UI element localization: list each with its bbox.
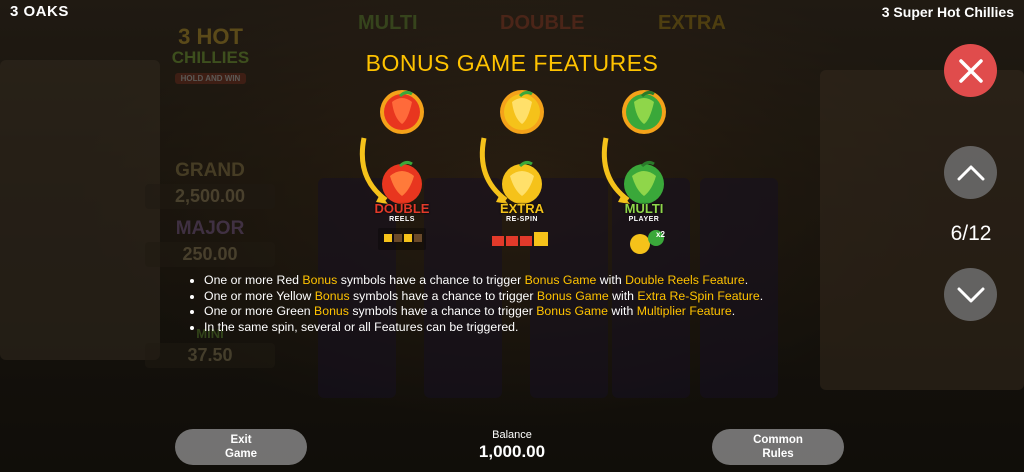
exit-label-line1: Exit [230,434,252,446]
common-rules-button[interactable]: Common Rules [712,429,844,465]
feature-double-reels: DOUBLE REELS [342,88,462,263]
list-item: One or more Green Bonus symbols have a c… [204,304,763,320]
feature-sublabel: REELS [389,216,415,223]
page-title: BONUS GAME FEATURES [365,50,659,76]
highlight-text: Bonus [302,273,338,287]
exit-label-line2: Game [225,448,257,460]
feature-description-list: One or more Red Bonus symbols have a cha… [188,273,763,335]
text-segment: . [759,288,764,303]
exit-game-button[interactable]: Exit Game [175,429,307,465]
close-icon [958,58,983,83]
brand-logo: 3 OAKS [10,3,69,20]
feature-label: EXTRA [499,201,545,216]
green-chilli-bonus-icon [601,90,666,254]
balance-label: Balance [492,429,532,441]
list-item: One or more Red Bonus symbols have a cha… [204,273,763,289]
highlight-text: Bonus Game [524,273,597,287]
chevron-up-icon [957,165,984,180]
highlight-text: Double Reels Feature [625,273,745,287]
chevron-down-icon [957,287,984,302]
feature-sublabel: RE-SPIN [506,216,538,223]
text-segment: . [744,273,749,287]
highlight-text: Bonus Game [536,304,608,318]
feature-label: DOUBLE [374,201,430,216]
text-segment: with [596,273,626,287]
list-item: One or more Yellow Bonus symbols have a … [204,289,763,305]
text-segment: . [731,304,736,318]
red-chilli-bonus-icon [359,90,426,250]
previous-page-button[interactable] [944,146,997,199]
text-segment: symbols have a chance to trigger [348,304,537,318]
text-segment: symbols have a chance to trigger [349,288,537,303]
close-button[interactable] [944,44,997,97]
text-segment: with [608,288,638,303]
highlight-text: Bonus Game [536,288,609,303]
rules-label-line1: Common [753,434,803,446]
feature-extra-respin: EXTRA RE-SPIN [462,88,582,263]
text-segment: One or more Green [204,304,315,318]
yellow-chilli-bonus-icon [479,90,548,246]
list-item: In the same spin, several or all Feature… [204,320,763,336]
text-segment: One or more Yellow [204,288,315,303]
balance-value: 1,000.00 [478,442,546,461]
text-segment: with [608,304,637,318]
highlight-text: Bonus [314,288,350,303]
highlight-text: Extra Re-Spin Feature [637,288,760,303]
multiplier-badge: x2 [656,230,665,239]
feature-sublabel: PLAYER [628,216,660,223]
game-title: 3 Super Hot Chillies [881,4,1014,20]
text-segment: In the same spin, several or all Feature… [204,319,519,334]
feature-multiplier: MULTI PLAYER x2 [584,88,704,263]
page-indicator: 6/12 [950,222,992,245]
rules-label-line2: Rules [762,448,794,460]
next-page-button[interactable] [944,268,997,321]
balance-display: Balance 1,000.00 [437,429,587,462]
text-segment: One or more Red [204,273,303,287]
text-segment: symbols have a chance to trigger [337,273,525,287]
highlight-text: Multiplier Feature [636,304,732,318]
feature-label: MULTI [624,201,664,216]
highlight-text: Bonus [314,304,349,318]
